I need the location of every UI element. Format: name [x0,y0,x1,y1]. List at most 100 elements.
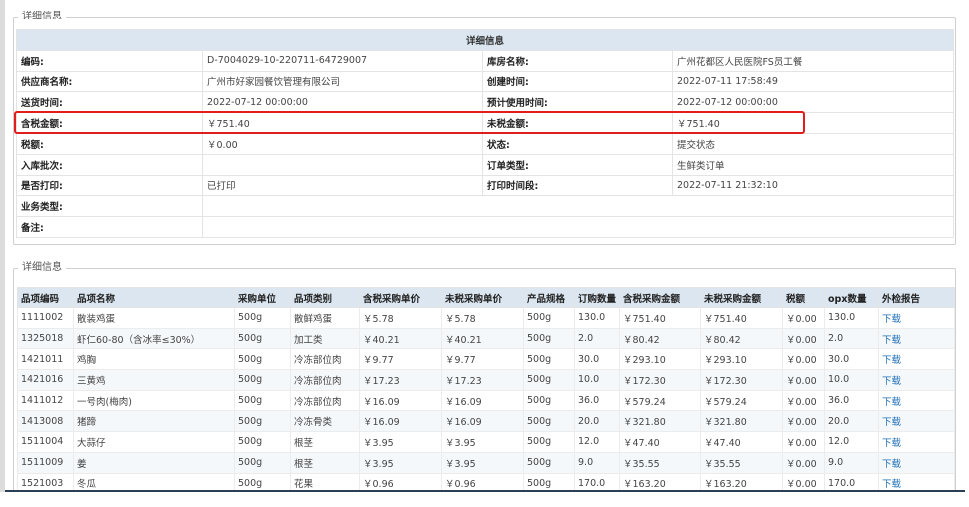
download-link[interactable]: 下载 [882,376,901,387]
detail-row: 税额: ￥0.00 状态: 提交状态 [16,132,955,155]
table-cell: ￥5.78 [441,307,524,329]
table-cell: 下载 [878,348,955,371]
column-header[interactable]: 品项编码 [17,287,74,308]
table-cell: 500g [234,410,291,433]
download-link[interactable]: 下载 [882,479,901,490]
column-header[interactable]: 未税采购单价 [441,287,524,308]
table-cell: ￥579.24 [700,389,783,412]
detail-label: 入库批次: [16,153,203,176]
table-cell: ￥17.23 [441,369,524,391]
column-header[interactable]: 外检报告 [878,287,955,308]
table-cell: ￥172.30 [700,369,783,391]
table-cell: 姜 [73,451,235,474]
column-header[interactable]: 税额 [782,287,825,308]
table-cell: ￥47.40 [700,431,783,453]
detail-row: 供应商名称: 广州市好家园餐饮管理有限公司 创建时间: 2022-07-11 17:5… [16,70,955,93]
table-cell: ￥16.09 [359,389,442,412]
table-cell: 36.0 [824,389,879,412]
column-header[interactable]: 订购数量 [574,287,620,308]
detail-value: ￥0.00 [202,132,483,155]
table-cell: 20.0 [574,410,620,433]
table-cell: ￥47.40 [619,431,701,453]
table-cell: ￥0.00 [782,451,825,474]
table-cell: 1421011 [17,348,74,371]
table-cell: ￥293.10 [619,348,701,371]
download-link[interactable]: 下载 [882,417,901,428]
remark-value [201,216,955,238]
table-cell: 冷冻部位肉 [290,369,360,391]
detail-label: 创建时间: [482,70,673,93]
table-cell: ￥0.00 [782,389,825,412]
detail-label: 税额: [16,132,203,155]
table-cell: 下载 [878,369,955,391]
table-row: 1511009 姜 500g 根茎 ￥3.95 ￥3.95 500g 9.0 ￥35.55 ￥35… [17,451,955,474]
table-cell: 30.0 [824,348,879,371]
table-cell: ￥35.55 [619,451,701,474]
table-cell: 冷冻部位肉 [290,348,360,371]
table-cell: 下载 [878,389,955,412]
detail-value: D-7004029-10-220711-64729007 [202,49,483,72]
remark-label: 备注: [16,216,203,238]
detail-value: 2022-07-11 21:32:10 [671,174,955,197]
table-cell: 9.0 [824,451,879,474]
table-cell: 20.0 [824,410,879,433]
items-header-row: 品项编码 品项名称 采购单位 品项类别 含税采购单价 未税采购单价 产品规格 订购数量 含税采购… [17,287,955,308]
table-cell: ￥0.00 [782,327,825,350]
column-header[interactable]: 品项名称 [73,287,235,308]
table-cell: 一号肉(梅肉) [73,389,235,412]
download-link[interactable]: 下载 [882,397,901,408]
detail-value: 2022-07-11 17:58:49 [671,70,955,93]
table-cell: ￥579.24 [619,389,701,412]
detail-table: 详细信息 编码: D-7004029-10-220711-64729007 库房名称… [15,29,955,238]
detail-label: 供应商名称: [16,70,203,93]
download-link[interactable]: 下载 [882,438,901,449]
window-edge [0,0,5,507]
table-cell: ￥0.00 [782,307,825,329]
detail-label: 含税金额: [16,112,203,134]
table-row: 1111002 散装鸡蛋 500g 散鲜鸡蛋 ￥5.78 ￥5.78 500g 130.0 ￥7… [17,307,955,329]
detail-value: 已打印 [202,174,483,197]
table-cell: 鸡胸 [73,348,235,371]
table-cell: 下载 [878,431,955,453]
download-link[interactable]: 下载 [882,355,901,366]
table-row: 1325018 虾仁60-80（含冰率≤30%） 500g 加工类 ￥40.21 ￥40.… [17,327,955,350]
table-cell: 三黄鸡 [73,369,235,391]
column-header[interactable]: opx数量 [824,287,879,308]
detail-row: 是否打印: 已打印 打印时间段: 2022-07-11 21:32:10 [16,174,955,197]
table-cell: 500g [523,410,575,433]
table-cell: 500g [523,389,575,412]
table-cell: ￥751.40 [700,307,783,329]
table-cell: ￥16.09 [441,389,524,412]
table-cell: 500g [523,307,575,329]
column-header[interactable]: 产品规格 [523,287,575,308]
column-header[interactable]: 采购单位 [234,287,291,308]
table-cell: 下载 [878,451,955,474]
download-link[interactable]: 下载 [882,314,901,325]
table-cell: 30.0 [574,348,620,371]
column-header[interactable]: 未税采购金额 [700,287,783,308]
table-cell: 猪蹄 [73,410,235,433]
detail-value [202,153,483,176]
download-link[interactable]: 下载 [882,335,901,346]
table-row: 1511004 大蒜仔 500g 根茎 ￥3.95 ￥3.95 500g 12.0 ￥47.40… [17,431,955,453]
download-link[interactable]: 下载 [882,459,901,470]
items-table: 品项编码 品项名称 采购单位 品项类别 含税采购单价 未税采购单价 产品规格 订购数量 含税采购… [17,287,955,495]
detail-label: 未税金额: [482,112,673,134]
table-cell: 500g [234,369,291,391]
table-cell: 500g [234,451,291,474]
column-header[interactable]: 含税采购金额 [619,287,701,308]
table-cell: ￥321.80 [700,410,783,433]
table-cell: 2.0 [574,327,620,350]
table-cell: 500g [523,431,575,453]
table-cell: 500g [523,369,575,391]
table-cell: 500g [523,327,575,350]
table-cell: ￥3.95 [441,431,524,453]
detail-row: 备注: [16,216,955,238]
table-cell: ￥40.21 [359,327,442,350]
table-cell: 冷冻骨类 [290,410,360,433]
table-cell: ￥0.00 [782,431,825,453]
table-cell: 130.0 [824,307,879,329]
column-header[interactable]: 品项类别 [290,287,360,308]
table-cell: 12.0 [574,431,620,453]
column-header[interactable]: 含税采购单价 [359,287,442,308]
